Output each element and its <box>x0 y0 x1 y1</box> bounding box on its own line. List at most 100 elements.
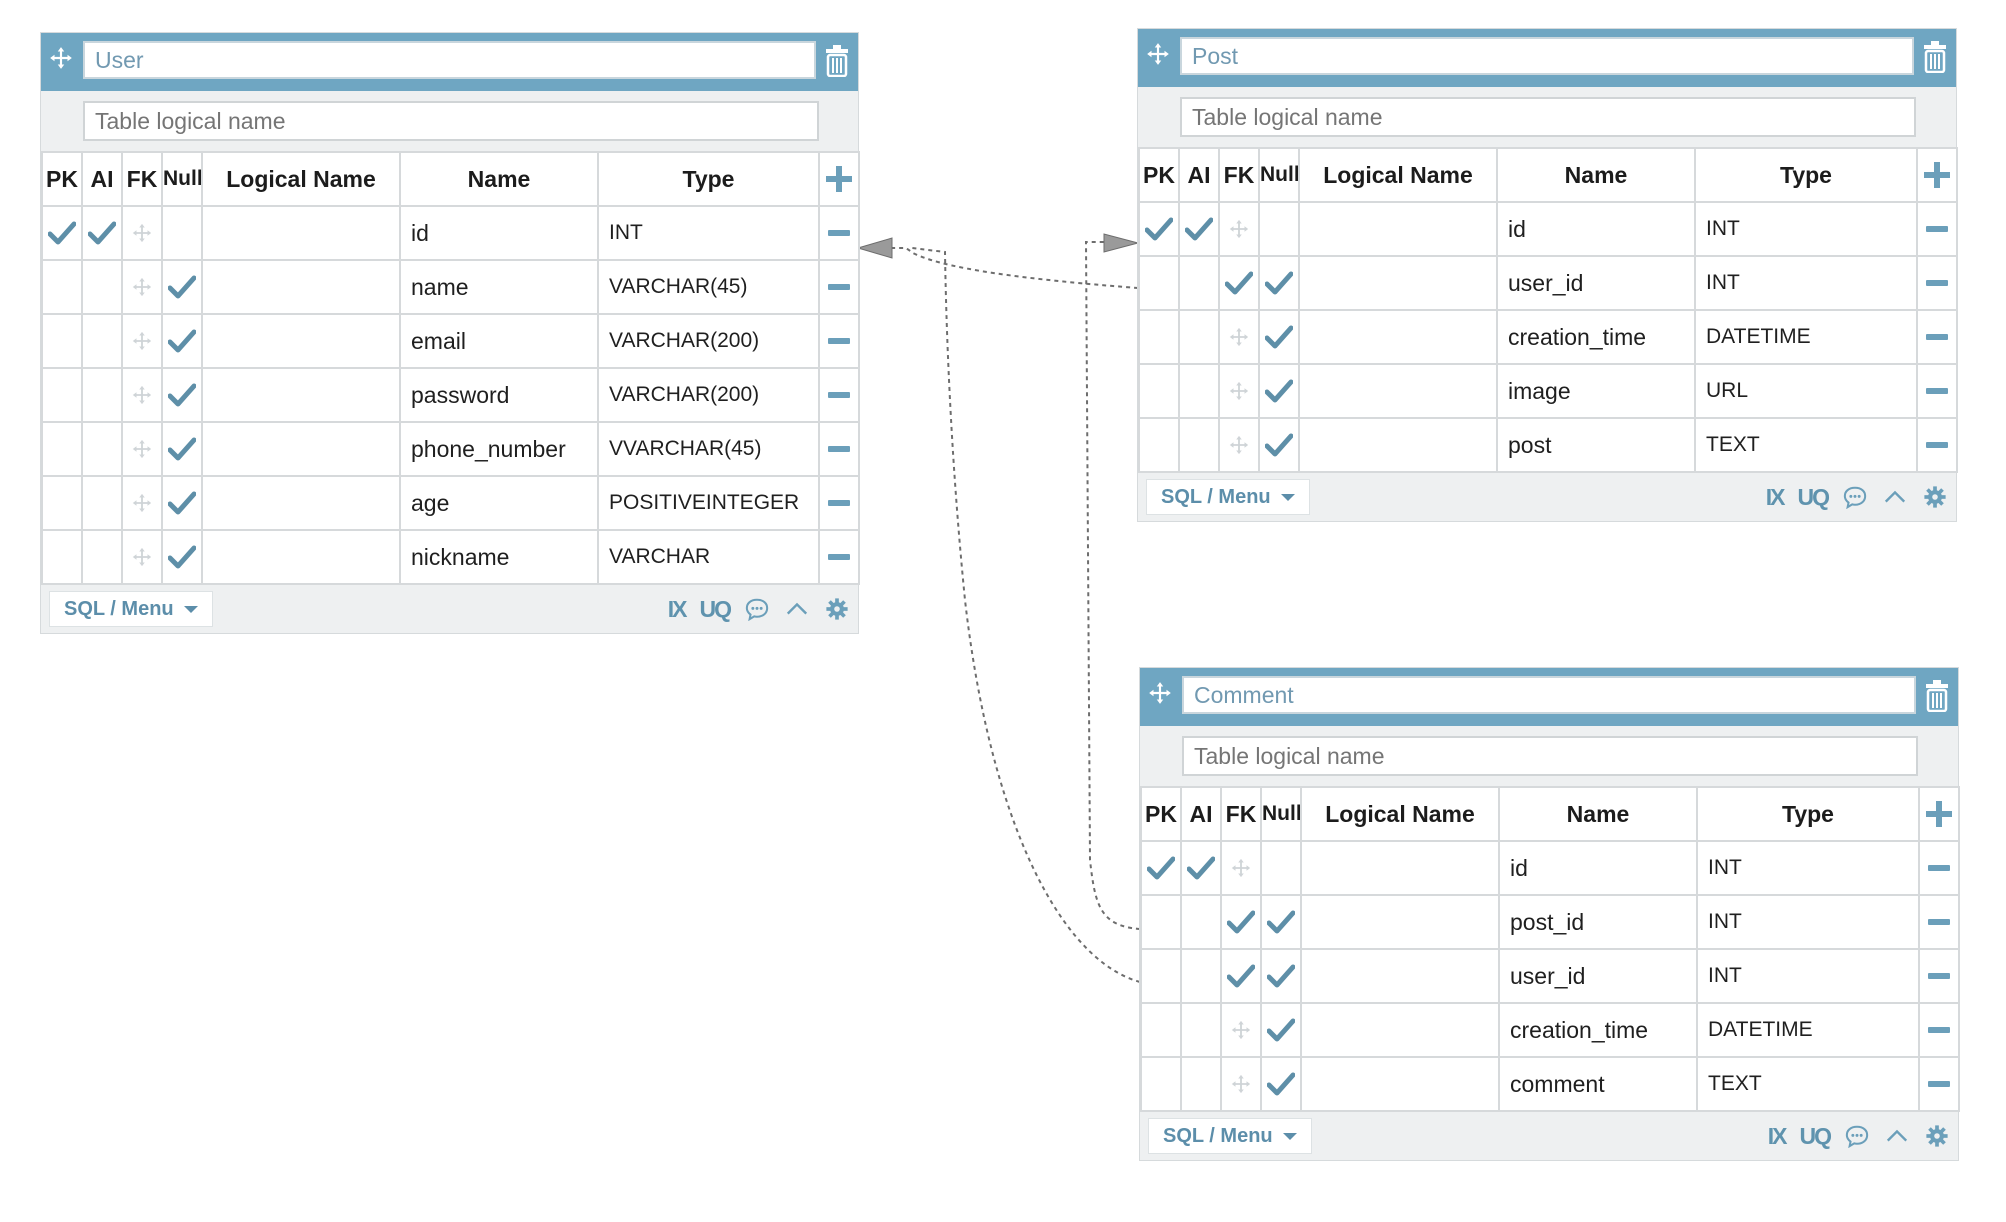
null-cell[interactable] <box>161 205 203 261</box>
remove-column-button[interactable] <box>818 367 860 423</box>
column-name-cell[interactable]: id <box>1496 201 1696 257</box>
column-type-cell[interactable]: INT <box>597 205 820 261</box>
ai-cell[interactable] <box>81 421 123 477</box>
table-logical-name-input[interactable] <box>1182 736 1918 776</box>
fk-drag-icon[interactable] <box>1230 1019 1252 1041</box>
minus-icon[interactable] <box>828 283 850 290</box>
fk-cell[interactable] <box>1220 894 1262 950</box>
column-name-cell[interactable]: comment <box>1498 1056 1698 1112</box>
column-name-cell[interactable]: age <box>399 475 599 531</box>
ai-cell[interactable] <box>81 475 123 531</box>
logical-name-cell[interactable] <box>1298 309 1498 365</box>
index-button[interactable]: IX <box>1768 1123 1788 1150</box>
fk-cell[interactable] <box>1220 948 1262 1004</box>
minus-icon[interactable] <box>828 391 850 398</box>
minus-icon[interactable] <box>1926 333 1948 340</box>
fk-drag-icon[interactable] <box>1228 218 1250 240</box>
trash-icon[interactable] <box>1920 39 1950 75</box>
fk-cell[interactable] <box>1218 417 1260 473</box>
pk-cell[interactable] <box>41 529 83 585</box>
column-name-cell[interactable]: name <box>399 259 599 315</box>
column-type-cell[interactable]: INT <box>1696 948 1920 1004</box>
column-name-cell[interactable]: creation_time <box>1496 309 1696 365</box>
fk-cell[interactable] <box>121 529 163 585</box>
logical-name-cell[interactable] <box>201 475 401 531</box>
null-cell[interactable] <box>161 367 203 423</box>
unique-button[interactable]: UQ <box>1798 484 1830 511</box>
fk-drag-icon[interactable] <box>1228 326 1250 348</box>
fk-cell[interactable] <box>1220 1056 1262 1112</box>
pk-cell[interactable] <box>1140 1056 1182 1112</box>
remove-column-button[interactable] <box>1918 1002 1960 1058</box>
remove-column-button[interactable] <box>1916 309 1958 365</box>
fk-drag-icon[interactable] <box>1230 857 1252 879</box>
fk-cell[interactable] <box>1218 201 1260 257</box>
column-type-cell[interactable]: VARCHAR <box>597 529 820 585</box>
fk-cell[interactable] <box>121 205 163 261</box>
check-icon[interactable] <box>1264 271 1294 295</box>
fk-drag-icon[interactable] <box>1230 1073 1252 1095</box>
column-name-cell[interactable]: id <box>1498 840 1698 896</box>
check-icon[interactable] <box>167 437 197 461</box>
remove-column-button[interactable] <box>818 475 860 531</box>
check-icon[interactable] <box>47 221 77 245</box>
check-icon[interactable] <box>1264 325 1294 349</box>
add-column-button[interactable] <box>1918 786 1960 842</box>
check-icon[interactable] <box>167 275 197 299</box>
pk-cell[interactable] <box>41 205 83 261</box>
logical-name-cell[interactable] <box>201 259 401 315</box>
remove-column-button[interactable] <box>1916 201 1958 257</box>
logical-name-cell[interactable] <box>1298 417 1498 473</box>
table-name-input[interactable] <box>1180 37 1914 75</box>
trash-icon[interactable] <box>822 43 852 79</box>
gear-icon[interactable] <box>1922 484 1948 510</box>
remove-column-button[interactable] <box>1916 363 1958 419</box>
trash-icon[interactable] <box>1922 678 1952 714</box>
pk-cell[interactable] <box>1138 201 1180 257</box>
fk-drag-icon[interactable] <box>1228 434 1250 456</box>
pk-cell[interactable] <box>1138 417 1180 473</box>
column-type-cell[interactable]: DATETIME <box>1696 1002 1920 1058</box>
ai-cell[interactable] <box>81 205 123 261</box>
column-name-cell[interactable]: post <box>1496 417 1696 473</box>
remove-column-button[interactable] <box>818 205 860 261</box>
null-cell[interactable] <box>1258 309 1300 365</box>
minus-icon[interactable] <box>1926 279 1948 286</box>
fk-cell[interactable] <box>1220 840 1262 896</box>
minus-icon[interactable] <box>1926 441 1948 448</box>
unique-button[interactable]: UQ <box>700 596 732 623</box>
null-cell[interactable] <box>1260 1056 1302 1112</box>
column-type-cell[interactable]: INT <box>1696 894 1920 950</box>
check-icon[interactable] <box>1266 1018 1296 1042</box>
pk-cell[interactable] <box>1140 1002 1182 1058</box>
sql-menu-button[interactable]: SQL / Menu <box>1146 479 1310 515</box>
gear-icon[interactable] <box>824 596 850 622</box>
remove-column-button[interactable] <box>1918 948 1960 1004</box>
column-type-cell[interactable]: URL <box>1694 363 1918 419</box>
ai-cell[interactable] <box>1180 894 1222 950</box>
check-icon[interactable] <box>1264 379 1294 403</box>
fk-cell[interactable] <box>121 367 163 423</box>
plus-icon[interactable] <box>825 165 853 193</box>
column-type-cell[interactable]: VARCHAR(45) <box>597 259 820 315</box>
column-type-cell[interactable]: POSITIVEINTEGER <box>597 475 820 531</box>
gear-icon[interactable] <box>1924 1123 1950 1149</box>
move-icon[interactable] <box>1142 38 1174 70</box>
remove-column-button[interactable] <box>818 421 860 477</box>
pk-cell[interactable] <box>1138 309 1180 365</box>
fk-cell[interactable] <box>1218 255 1260 311</box>
ai-cell[interactable] <box>1180 1056 1222 1112</box>
table-logical-name-input[interactable] <box>83 101 819 141</box>
column-type-cell[interactable]: DATETIME <box>1694 309 1918 365</box>
check-icon[interactable] <box>1226 964 1256 988</box>
logical-name-cell[interactable] <box>201 421 401 477</box>
sql-menu-button[interactable]: SQL / Menu <box>49 591 213 627</box>
add-column-button[interactable] <box>1916 147 1958 203</box>
pk-cell[interactable] <box>41 259 83 315</box>
check-icon[interactable] <box>1146 856 1176 880</box>
logical-name-cell[interactable] <box>201 313 401 369</box>
check-icon[interactable] <box>1226 910 1256 934</box>
check-icon[interactable] <box>167 545 197 569</box>
column-type-cell[interactable]: INT <box>1694 255 1918 311</box>
ai-cell[interactable] <box>1178 201 1220 257</box>
